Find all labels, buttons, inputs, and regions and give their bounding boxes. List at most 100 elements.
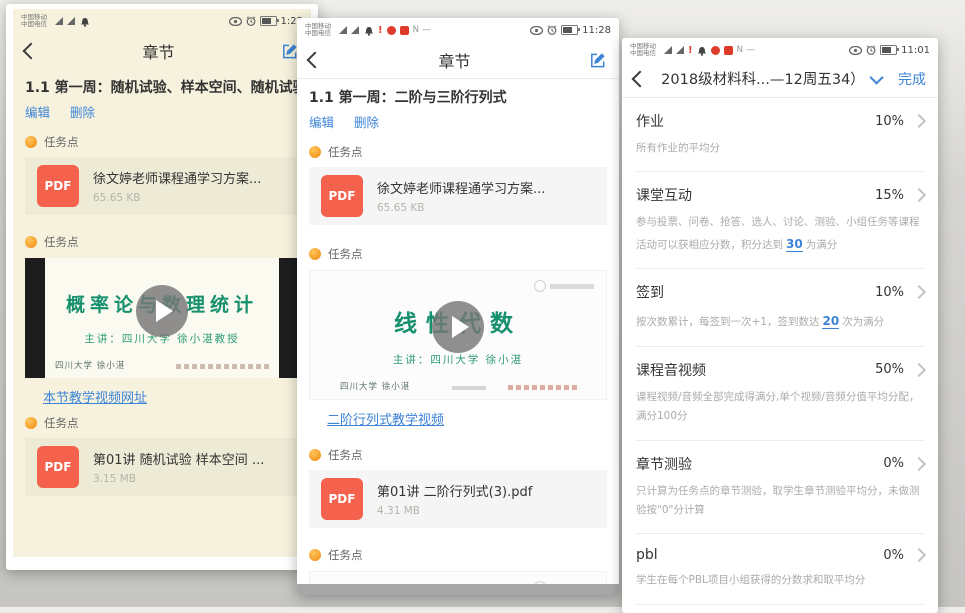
more-indicator: — [746,45,755,55]
row-description: 学生在每个PBL项目小组获得的分数求和取平均分 [636,571,924,590]
carrier-label: 中国电信 [305,30,331,37]
done-button[interactable]: 完成 [898,69,926,89]
task-point-icon [309,146,321,158]
chevron-right-icon [912,363,926,377]
pdf-attachment[interactable]: PDF 第01讲 二阶行列式(3).pdf 4.31 MB [309,470,607,528]
course-title: 2018级材料科...—12周五34） [661,72,865,88]
chevron-right-icon [912,456,926,470]
pdf-title: 徐文婷老师课程通学习方案... [93,168,261,187]
battery-icon [880,45,897,55]
middle-phone-screenshot: 中国移动 中国电信 ! N — 11:28 章节 1.1 第一周：二阶与三阶行列… [297,18,619,595]
page-title: 章节 [37,39,280,63]
row-description: 按次数累计，每签到一次+1，签到数达20次为满分 [636,310,924,332]
video-fine-print [508,385,578,390]
chapter-title: 1.1 第一周：随机试验、样本空间、随机试验 [13,69,311,100]
row-percentage: 10% [875,114,904,129]
delete-link[interactable]: 删除 [70,102,95,121]
row-description: 参与投票、问卷、抢答、选人、讨论、测验、小组任务等课程活动可以获相应分数，积分达… [636,213,924,255]
weight-row-visits[interactable]: 访问数 0% 访问数达300次为满分 [622,605,938,613]
notification-app-icon [711,46,720,55]
battery-icon [561,25,578,35]
video-thumbnail[interactable]: 线性代数 主讲：四川大学 徐小湛 四川大学 徐小湛 [309,270,607,400]
alarm-clock-icon [866,45,876,55]
left-screen: 中国移动 中国电信 1:22 章节 1.1 第一周：随机试验、样本空间、随机试验… [13,9,311,557]
task-point-icon [309,449,321,461]
notification-app-icon [400,26,409,35]
task-point-row: 任务点 [297,239,619,267]
pdf-attachment[interactable]: PDF 第01讲 随机试验 样本空间 ... 3.15 MB [25,438,299,496]
row-label: 签到 [636,282,875,302]
pdf-size: 65.65 KB [93,192,261,204]
video-url-link[interactable]: 本节教学视频网址 [43,387,147,406]
left-phone-screenshot: 中国移动 中国电信 1:22 章节 1.1 第一周：随机试验、样本空间、随机试验… [6,4,318,570]
task-point-icon [25,236,37,248]
time-label: 11:01 [901,45,930,56]
row-label: 课程音视频 [636,360,875,380]
watermark-logo [534,280,594,292]
row-percentage: 0% [883,456,904,471]
row-description: 只计算为任务点的章节测验，取学生章节测验平均分，未做测验按"0"分计算 [636,482,924,521]
video-fine-print [452,386,486,390]
bell-icon [80,16,90,27]
nfc-indicator: N [737,45,743,55]
video-url-link[interactable]: 二阶行列式教学视频 [327,409,444,428]
task-point-icon [25,417,37,429]
weight-row-class-interaction[interactable]: 课堂互动 15% 参与投票、问卷、抢答、选人、讨论、测验、小组任务等课程活动可以… [622,172,938,269]
signal-bars-icon [339,26,347,34]
pdf-attachment[interactable]: PDF 徐文婷老师课程通学习方案... 65.65 KB [309,167,607,225]
more-indicator: — [422,25,431,35]
play-button-icon[interactable] [136,285,188,337]
row-percentage: 10% [875,285,904,300]
signal-bars-icon [351,26,359,34]
task-point-icon [309,248,321,260]
carrier-labels: 中国移动 中国电信 [21,14,47,28]
page-title: 章节 [321,48,588,72]
video-speaker: 主讲：四川大学 徐小湛 [393,352,523,367]
task-point-label: 任务点 [328,144,363,160]
edit-link[interactable]: 编辑 [25,102,50,121]
pdf-title: 第01讲 随机试验 样本空间 ... [93,449,264,468]
row-label: 作业 [636,111,875,131]
video-thumbnail[interactable]: 概率论与数理统计 主讲：四川大学 徐小湛教授 四川大学 徐小湛 [25,258,299,378]
warning-icon: ! [688,45,693,56]
alarm-clock-icon [547,25,557,35]
pdf-icon: PDF [321,175,363,217]
edit-link[interactable]: 编辑 [309,112,334,131]
eye-icon [229,17,242,26]
bell-icon [364,25,374,36]
chapter-actions: 编辑 删除 [13,100,311,127]
right-app-bar: 2018级材料科...—12周五34） 完成 [622,60,938,98]
row-label: 章节测验 [636,454,883,474]
signal-bars-icon [676,46,684,54]
pdf-attachment[interactable]: PDF 徐文婷老师课程通学习方案... 65.65 KB [25,157,299,215]
video-footer-text: 四川大学 徐小湛 [340,380,410,392]
task-point-icon [309,549,321,561]
weight-row-audio-video[interactable]: 课程音视频 50% 课程视频/音频全部完成得满分,单个视频/音频分值平均分配，满… [622,347,938,441]
carrier-label: 中国电信 [630,50,656,57]
nfc-indicator: N [413,25,419,35]
weight-row-pbl[interactable]: pbl 0% 学生在每个PBL项目小组获得的分数求和取平均分 [622,534,938,604]
weight-row-sign-in[interactable]: 签到 10% 按次数累计，每签到一次+1，签到数达20次为满分 [622,269,938,346]
carrier-labels: 中国移动 中国电信 [305,23,331,37]
pdf-size: 4.31 MB [377,505,532,517]
warning-icon: ! [378,25,383,36]
weight-row-homework[interactable]: 作业 10% 所有作业的平均分 [622,98,938,172]
task-point-label: 任务点 [328,447,363,463]
pdf-size: 3.15 MB [93,473,264,485]
video-fine-print [176,364,271,369]
weight-row-chapter-quiz[interactable]: 章节测验 0% 只计算为任务点的章节测验，取学生章节测验平均分，未做测验按"0"… [622,441,938,535]
course-title-dropdown[interactable]: 2018级材料科...—12周五34） [646,68,898,89]
battery-icon [260,16,277,26]
pdf-title: 徐文婷老师课程通学习方案... [377,178,545,197]
right-phone-screenshot: 中国移动 中国电信 ! N — 11:01 2018级材料科...—12周五34… [622,38,938,613]
play-button-icon[interactable] [432,301,484,353]
pdf-title: 第01讲 二阶行列式(3).pdf [377,481,532,500]
delete-link[interactable]: 删除 [354,112,379,131]
chevron-down-icon[interactable] [869,71,883,85]
row-percentage: 0% [883,548,904,563]
eye-icon [849,46,862,55]
left-app-bar: 章节 [13,31,311,69]
signal-bars-icon [67,17,75,25]
row-description: 所有作业的平均分 [636,139,924,158]
compose-edit-icon[interactable] [588,51,607,70]
